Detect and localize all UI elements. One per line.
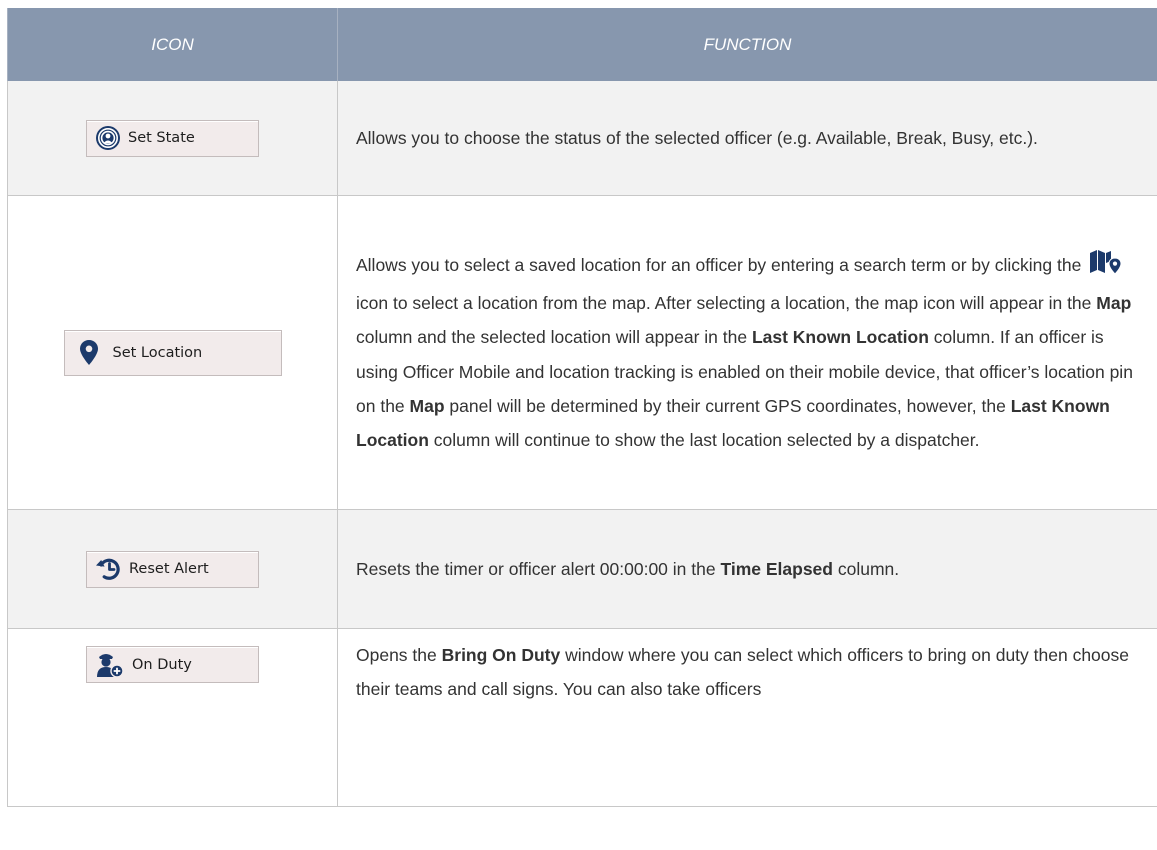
- on-duty-button-label: On Duty: [132, 656, 192, 673]
- on-duty-button[interactable]: On Duty: [86, 646, 259, 683]
- bold-term-map: Map: [1096, 292, 1132, 313]
- icon-cell: On Duty: [7, 628, 338, 807]
- description-text: Opens the: [356, 645, 437, 665]
- bold-term-time-elapsed: Time Elapsed: [720, 558, 833, 579]
- header-icon: ICON: [7, 8, 338, 81]
- reset-alert-button[interactable]: Reset Alert: [86, 550, 259, 588]
- description-text: Resets the timer or officer alert 00:00:…: [356, 558, 716, 579]
- broadcast-person-icon: [95, 125, 121, 151]
- description-text: icon to select a location from the map. …: [356, 292, 1092, 313]
- function-cell: Opens the Bring On Duty window where you…: [337, 628, 1157, 807]
- icon-function-table: ICON FUNCTION Set State Allows you to ch…: [7, 8, 1157, 807]
- function-cell: Allows you to select a saved location fo…: [337, 195, 1157, 510]
- icon-cell: Set Location: [7, 195, 338, 510]
- table-row: Set Location Allows you to select a save…: [7, 195, 1157, 510]
- set-state-button-label: Set State: [128, 130, 195, 146]
- folded-map-pin-icon: [1089, 249, 1123, 286]
- table-row: Set State Allows you to choose the statu…: [7, 81, 1157, 196]
- set-state-description: Allows you to choose the status of the s…: [356, 127, 1038, 148]
- officer-add-icon: [95, 651, 125, 678]
- reset-alert-button-label: Reset Alert: [129, 561, 209, 577]
- map-pin-icon: [79, 339, 99, 366]
- set-state-button[interactable]: Set State: [86, 119, 259, 157]
- description-text: Allows you to select a saved location fo…: [356, 254, 1082, 275]
- table-row: Reset Alert Resets the timer or officer …: [7, 509, 1157, 629]
- description-text: column will continue to show the last lo…: [433, 430, 980, 451]
- history-reset-icon: [95, 556, 122, 582]
- set-location-button[interactable]: Set Location: [63, 329, 282, 376]
- header-function: FUNCTION: [337, 8, 1157, 81]
- icon-cell: Set State: [7, 81, 338, 196]
- description-text: column.: [837, 558, 900, 579]
- icon-cell: Reset Alert: [7, 509, 338, 629]
- function-cell: Allows you to choose the status of the s…: [337, 81, 1157, 196]
- table-row: On Duty Opens the Bring On Duty window w…: [7, 628, 1157, 807]
- bold-term-last-known-location: Last Known Location: [751, 327, 929, 348]
- set-location-button-label: Set Location: [112, 344, 203, 361]
- bold-term-map: Map: [409, 395, 445, 416]
- table-header-row: ICON FUNCTION: [7, 8, 1157, 81]
- description-text: column and the selected location will ap…: [356, 327, 748, 348]
- description-text: panel will be determined by their curren…: [449, 395, 1006, 416]
- bold-term-bring-on-duty: Bring On Duty: [441, 645, 561, 665]
- function-cell: Resets the timer or officer alert 00:00:…: [337, 509, 1157, 629]
